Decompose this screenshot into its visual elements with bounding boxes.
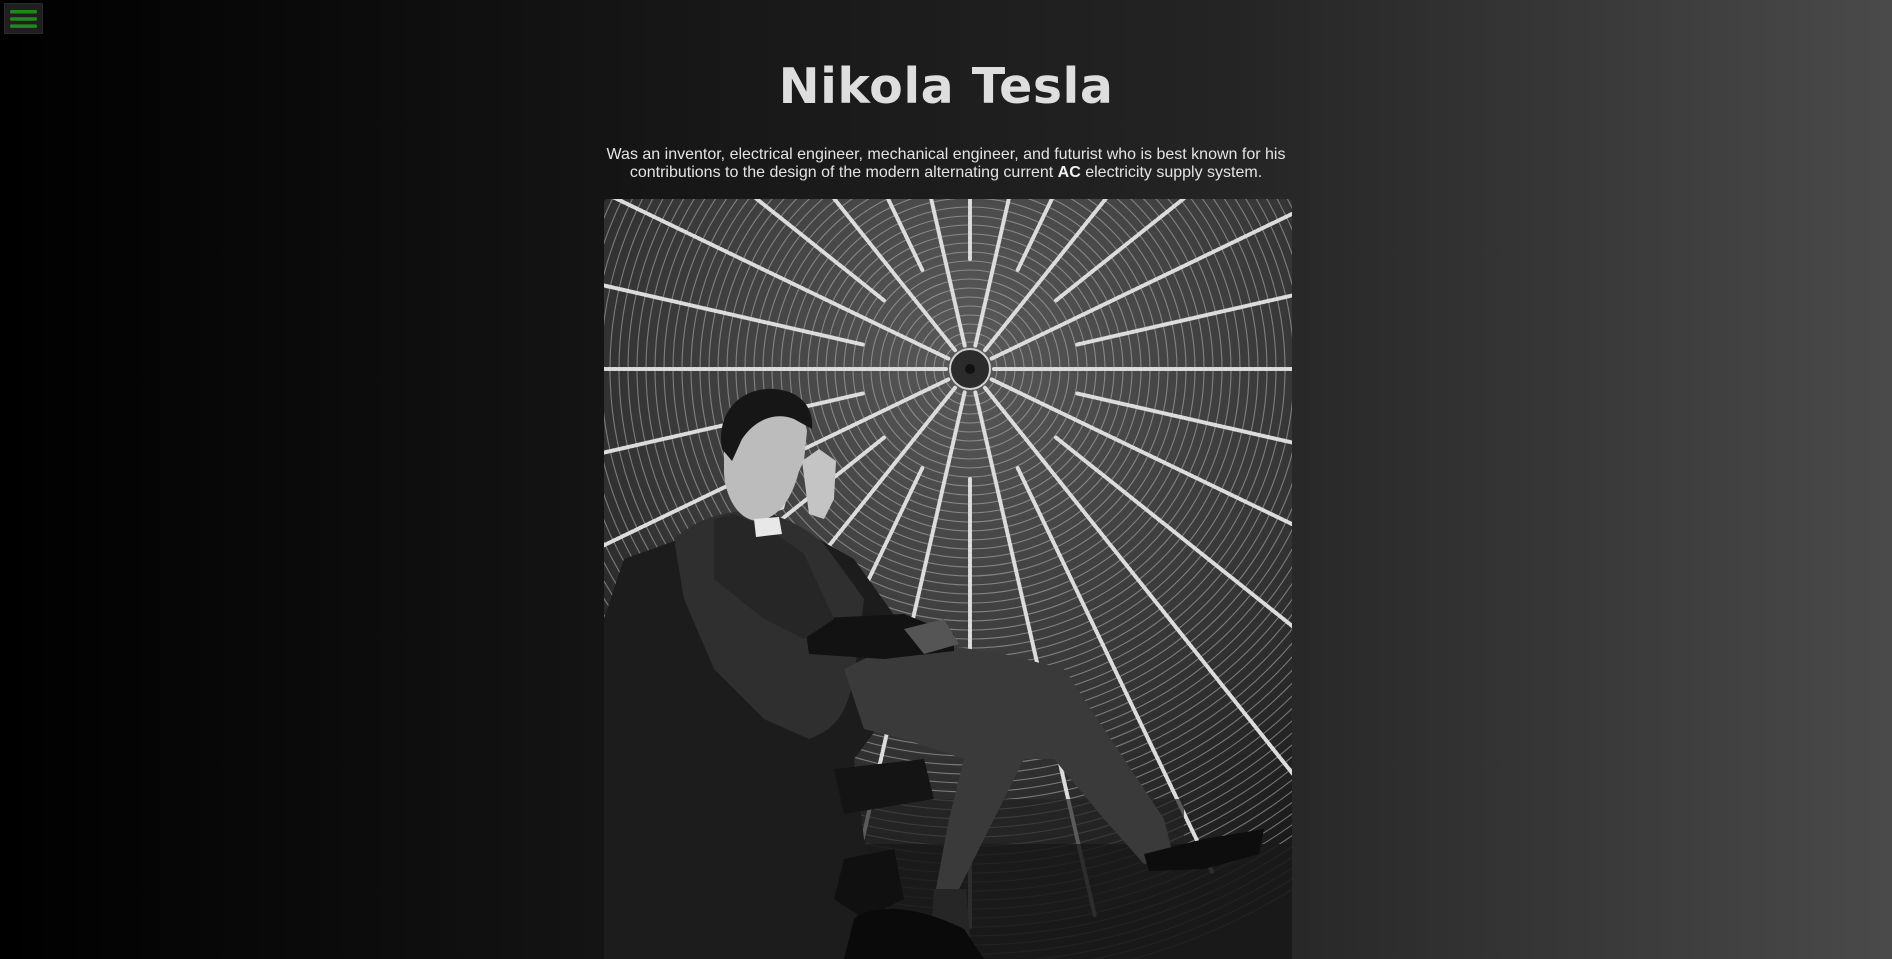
hamburger-icon: [10, 9, 37, 29]
page-title: Nikola Tesla: [778, 58, 1114, 115]
tesla-photo: [604, 199, 1292, 959]
intro-text: Was an inventor, electrical engineer, me…: [596, 146, 1296, 182]
intro-text-end: electricity supply system.: [1080, 164, 1263, 181]
intro-text-ac: AC: [1057, 164, 1081, 181]
menu-toggle-button[interactable]: [4, 3, 43, 34]
